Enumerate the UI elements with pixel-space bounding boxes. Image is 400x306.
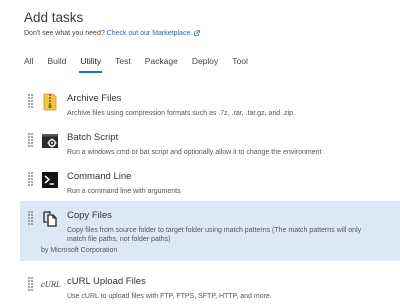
page-title: Add tasks xyxy=(24,10,84,25)
tab-test[interactable]: Test xyxy=(115,56,131,74)
tab-deploy[interactable]: Deploy xyxy=(192,56,218,74)
task-name: Command Line xyxy=(67,171,132,182)
task-description: Run a command line with arguments xyxy=(67,188,181,195)
tab-all[interactable]: All xyxy=(24,56,33,74)
task-item-curl-upload-files[interactable]: cURL cURL Upload Files Use cURL to uploa… xyxy=(20,267,400,306)
task-item-command-line[interactable]: Command Line Run a command line with arg… xyxy=(20,162,400,201)
task-item-archive-files[interactable]: Archive Files Archive files using compre… xyxy=(20,84,400,123)
task-list: Archive Files Archive files using compre… xyxy=(20,84,400,306)
tab-utility[interactable]: Utility xyxy=(79,56,102,74)
task-name: Archive Files xyxy=(67,93,122,104)
task-description: Run a windows cmd or bat script and opti… xyxy=(67,149,322,156)
external-link-icon[interactable] xyxy=(194,30,201,36)
curl-icon: cURL xyxy=(41,281,61,289)
task-name: Batch Script xyxy=(67,132,119,143)
marketplace-hint-text: Don't see what you need? xyxy=(24,30,105,37)
task-name: Copy Files xyxy=(67,210,112,221)
drag-handle-icon[interactable] xyxy=(28,277,33,291)
task-description: Use cURL to upload files with FTP, FTPS,… xyxy=(67,293,272,300)
tab-package[interactable]: Package xyxy=(145,56,178,74)
drag-handle-icon[interactable] xyxy=(28,211,33,225)
tab-build[interactable]: Build xyxy=(47,56,66,74)
task-item-copy-files[interactable]: Copy Files Copy files from source folder… xyxy=(20,201,400,261)
task-publisher: by Microsoft Corporation xyxy=(41,247,118,254)
drag-handle-icon[interactable] xyxy=(28,172,33,186)
task-name: cURL Upload Files xyxy=(67,276,146,287)
task-description: Archive files using compression formats … xyxy=(67,110,295,117)
marketplace-link[interactable]: Check out our Marketplace. xyxy=(107,30,193,37)
archive-icon xyxy=(43,93,57,111)
header: Add tasks xyxy=(24,10,83,25)
task-item-batch-script[interactable]: Batch Script Run a windows cmd or bat sc… xyxy=(20,123,400,162)
drag-handle-icon[interactable] xyxy=(28,133,33,147)
task-description: Copy files from source folder to target … xyxy=(67,227,362,243)
copy-files-icon xyxy=(43,211,57,227)
batch-script-icon xyxy=(42,134,58,148)
marketplace-hint: Don't see what you need? Check out our M… xyxy=(24,30,201,37)
terminal-icon xyxy=(42,172,58,188)
tab-tool[interactable]: Tool xyxy=(232,56,248,74)
category-tabs: All Build Utility Test Package Deploy To… xyxy=(24,56,262,74)
drag-handle-icon[interactable] xyxy=(28,94,33,108)
